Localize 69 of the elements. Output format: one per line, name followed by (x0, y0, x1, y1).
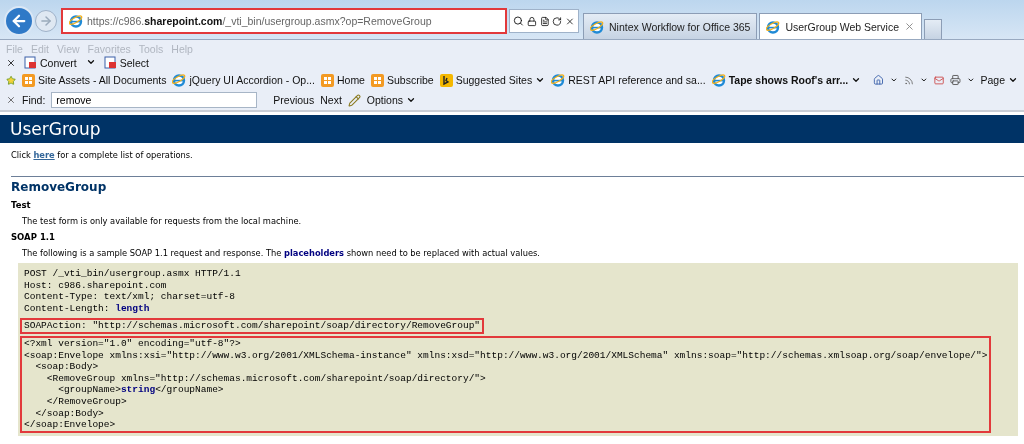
browser-icon (551, 73, 566, 87)
page-menu-button[interactable]: Page (980, 74, 1018, 86)
favorite-link[interactable]: Tape shows Roof's arr... (711, 73, 862, 87)
page-header: UserGroup (0, 115, 1024, 143)
favorite-link[interactable]: jQuery UI Accordion - Op... (172, 73, 315, 87)
site-icon (320, 73, 334, 87)
operations-link[interactable]: here (33, 150, 55, 160)
favorites-star-icon[interactable] (6, 73, 17, 87)
operation-title: RemoveGroup (10, 179, 108, 195)
home-icon[interactable] (873, 73, 885, 87)
intro-text: Click here for a complete list of operations. (10, 149, 194, 161)
code-line: </soap:Body> (34, 407, 105, 420)
section-text: The test form is only available for requests from the local machine. (21, 215, 303, 227)
compatibility-icon[interactable] (539, 15, 550, 27)
code-line: Content-Type: text/xml; charset=utf-8 (24, 291, 236, 303)
find-field[interactable]: remove (51, 92, 258, 108)
browser-icon (590, 19, 604, 34)
section-text: The following is a sample SOAP 1.1 request and response. The placeholders shown need to be replaced with actual values. (21, 247, 541, 259)
caret-icon (535, 75, 546, 85)
favorite-link[interactable]: Suggested Sites (439, 73, 546, 87)
browser-icon (69, 14, 83, 28)
browser-icon (766, 19, 781, 34)
code-line: <?xml version="1.0" encoding="utf-8"?> (24, 337, 242, 350)
new-tab-button[interactable] (924, 19, 943, 39)
favorite-link[interactable]: Site Assets - All Documents (22, 73, 167, 87)
mail-icon[interactable] (933, 73, 944, 87)
options-button[interactable]: Options (366, 94, 416, 106)
favorite-link[interactable]: Home (320, 73, 365, 87)
caret-icon (1008, 75, 1018, 85)
code-line: <groupName>string</groupName> (57, 384, 225, 396)
close-icon[interactable] (6, 57, 16, 68)
code-line: SOAPAction: "http://schemas.microsoft.com/sharepoint/soap/directory/RemoveGroup" (24, 320, 481, 332)
find-label: Find: (22, 94, 46, 106)
toolbar-button[interactable]: Convert (24, 56, 96, 69)
code-line: <soap:Envelope xmlns:xsi="http://www.w3.org/2001/XMLSchema-instance" xmlns:xsd="http://www.w3.org/2001/XMLSchema" xmlns:soap="http://schemas.xmlsoap.org/soap/envelope/"> (24, 349, 988, 362)
code-line: Host: c986.sharepoint.com (24, 279, 168, 292)
highlight-icon[interactable] (347, 93, 361, 107)
favorite-link[interactable]: Subscribe (370, 73, 434, 87)
site-icon (22, 73, 36, 87)
code-line: Content-Length: length (24, 302, 151, 315)
bing-icon (439, 73, 453, 87)
browser-icon (711, 73, 726, 87)
forward-arrow-icon (39, 14, 53, 28)
previous-button[interactable]: Previous (273, 94, 315, 106)
section-heading: Test (10, 199, 32, 211)
browser-tab[interactable]: Nintex Workflow for Office 365 (583, 13, 758, 39)
document-icon (24, 56, 37, 69)
lock-icon (526, 15, 537, 27)
back-button[interactable] (4, 6, 34, 36)
address-field[interactable]: https://c986.sharepoint.com/_vti_bin/usergroup.asmx?op=RemoveGroup (61, 8, 507, 34)
document-icon (103, 56, 117, 69)
refresh-icon[interactable] (552, 15, 563, 27)
browser-tab[interactable]: UserGroup Web Service (759, 13, 923, 39)
code-line: <soap:Body> (34, 361, 100, 373)
url-text: https://c986.sharepoint.com/_vti_bin/usergroup.asmx?op=RemoveGroup (87, 15, 432, 27)
search-icon[interactable] (513, 15, 524, 27)
section-heading: SOAP 1.1 (10, 231, 56, 243)
favorite-link[interactable]: REST API reference and sa... (551, 73, 706, 87)
code-line: </soap:Envelope> (24, 419, 117, 431)
caret-icon (851, 75, 862, 85)
code-line: <RemoveGroup xmlns="http://schemas.microsoft.com/sharepoint/soap/directory/"> (45, 372, 487, 385)
print-icon[interactable] (949, 73, 961, 87)
code-line: POST /_vti_bin/usergroup.asmx HTTP/1.1 (24, 268, 241, 280)
site-icon (370, 73, 384, 87)
toolbar-button[interactable]: Select (103, 56, 149, 69)
next-button[interactable]: Next (320, 94, 342, 106)
caret-icon (406, 95, 416, 105)
browser-icon (172, 73, 187, 87)
code-line: </RemoveGroup> (45, 395, 128, 408)
